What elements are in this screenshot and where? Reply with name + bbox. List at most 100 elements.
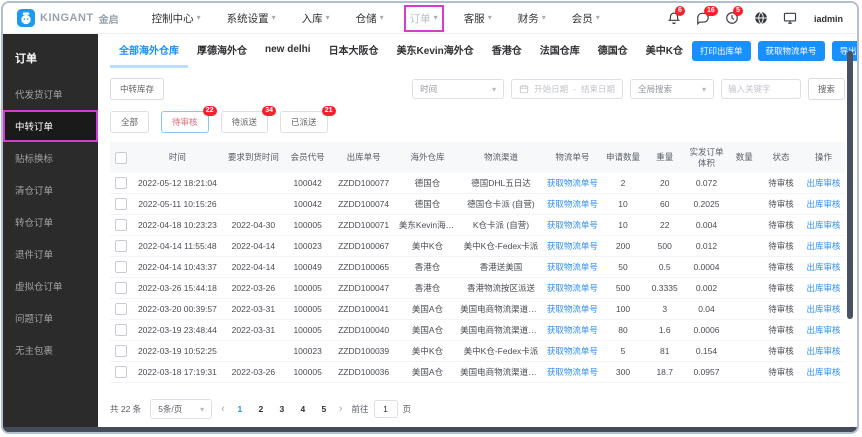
- vertical-scrollbar[interactable]: [847, 51, 853, 319]
- get-tracking-link[interactable]: 获取物流单号: [547, 325, 598, 335]
- row-checkbox[interactable]: [115, 324, 128, 337]
- chevron-down-icon: ▾: [379, 12, 384, 22]
- get-tracking-link[interactable]: 获取物流单号: [547, 199, 598, 209]
- row-checkbox[interactable]: [115, 303, 128, 316]
- status-filter-4[interactable]: 已派送 21: [280, 106, 336, 133]
- bell-icon[interactable]: 6: [667, 6, 685, 25]
- search-button[interactable]: 搜索: [807, 78, 845, 100]
- time-field-select[interactable]: 时间 ▾: [412, 79, 505, 99]
- cell-weight: 3: [645, 298, 685, 321]
- sidebar-item-3[interactable]: 贴标换标: [3, 142, 98, 174]
- column-header-2: 时间: [132, 142, 223, 174]
- outbound-review-link[interactable]: 出库审核: [807, 220, 841, 230]
- get-tracking-link[interactable]: 获取物流单号: [547, 241, 598, 251]
- warehouse-tab-9[interactable]: 美中K仓: [637, 34, 692, 68]
- status-filter-3[interactable]: 待派送 34: [220, 106, 277, 133]
- outbound-review-link[interactable]: 出库审核: [807, 199, 841, 209]
- per-page-select[interactable]: 5条/页 ▾: [150, 399, 213, 419]
- warehouse-tab-5[interactable]: 美东Kevin海外仓: [388, 34, 483, 68]
- search-scope-select-value: 全局搜索: [637, 84, 672, 94]
- goto-page: 前往 页: [352, 400, 411, 418]
- username[interactable]: iadmin: [814, 14, 843, 25]
- outbound-review-link[interactable]: 出库审核: [807, 325, 841, 335]
- select-all-checkbox[interactable]: [115, 151, 128, 164]
- cell-channel: 美中K仓-Fedex卡派: [458, 235, 544, 258]
- page-number-1[interactable]: 1: [234, 404, 246, 414]
- action-button-1[interactable]: 打印出库单: [692, 41, 751, 61]
- status-filter-2[interactable]: 待审核 22: [161, 106, 217, 133]
- prev-page-arrow[interactable]: ‹: [221, 403, 225, 415]
- warehouse-tab-8[interactable]: 德国仓: [589, 34, 637, 68]
- nav-menu-1[interactable]: 控制中心 ▾: [152, 11, 201, 26]
- sidebar-item-2[interactable]: 中转订单: [3, 110, 98, 142]
- sidebar-item-6[interactable]: 退件订单: [3, 238, 98, 270]
- date-range-picker[interactable]: 开始日期 - 结束日期: [511, 79, 623, 99]
- sidebar-item-9[interactable]: 无主包裹: [3, 334, 98, 366]
- search-scope-select[interactable]: 全局搜索 ▾: [629, 79, 714, 99]
- monitor-icon[interactable]: [783, 11, 797, 25]
- nav-menu-4[interactable]: 仓储 ▾: [356, 11, 384, 26]
- gauge-icon[interactable]: 5: [725, 6, 743, 25]
- status-filter-1[interactable]: 全部: [110, 111, 150, 133]
- get-tracking-link[interactable]: 获取物流单号: [547, 283, 598, 293]
- row-checkbox[interactable]: [115, 240, 128, 253]
- outbound-review-link[interactable]: 出库审核: [807, 367, 841, 377]
- cell-warehouse: 美国A仓: [396, 319, 459, 342]
- sidebar-item-8[interactable]: 问题订单: [3, 302, 98, 334]
- row-checkbox[interactable]: [115, 261, 128, 274]
- table-row: 2022-05-12 18:21:04 100042 ZZDD100077 德国仓 德国…: [110, 173, 845, 195]
- warehouse-tab-2[interactable]: 厚德海外仓: [188, 34, 256, 68]
- sidebar-item-5[interactable]: 转仓订单: [3, 206, 98, 238]
- warehouse-tab-1[interactable]: 全部海外仓库: [110, 34, 188, 68]
- warehouse-tab-6[interactable]: 香港仓: [483, 34, 531, 68]
- action-button-3[interactable]: 导出数据: [831, 41, 857, 61]
- nav-menu-8[interactable]: 会员 ▾: [572, 11, 600, 26]
- keyword-input[interactable]: [720, 79, 801, 99]
- page-number-5[interactable]: 5: [318, 404, 330, 414]
- cell-channel: 美中K仓-Fedex卡派: [458, 340, 544, 363]
- get-tracking-link[interactable]: 获取物流单号: [547, 304, 598, 314]
- outbound-review-link[interactable]: 出库审核: [807, 241, 841, 251]
- cell-tracking: 获取物流单号: [543, 298, 601, 321]
- get-tracking-link[interactable]: 获取物流单号: [547, 178, 598, 188]
- next-page-arrow[interactable]: ›: [339, 403, 343, 415]
- nav-menu-5[interactable]: 订单 ▾: [403, 4, 444, 32]
- outbound-review-link[interactable]: 出库审核: [807, 346, 841, 356]
- get-tracking-link[interactable]: 获取物流单号: [547, 262, 598, 272]
- nav-menu-6[interactable]: 客服 ▾: [464, 11, 492, 26]
- nav-menu-3[interactable]: 入库 ▾: [302, 11, 330, 26]
- outbound-review-link[interactable]: 出库审核: [807, 283, 841, 293]
- goto-page-input[interactable]: [373, 400, 398, 418]
- row-checkbox[interactable]: [115, 345, 128, 358]
- warehouse-tab-3[interactable]: new delhi: [256, 34, 320, 68]
- sidebar-item-4[interactable]: 清仓订单: [3, 174, 98, 206]
- action-button-2[interactable]: 获取物流单号: [757, 41, 825, 61]
- cell-apply_qty: 200: [600, 235, 646, 258]
- outbound-review-link[interactable]: 出库审核: [807, 178, 841, 188]
- sidebar-item-1[interactable]: 代发货订单: [3, 78, 98, 110]
- row-checkbox[interactable]: [115, 366, 128, 379]
- transfer-stock-button[interactable]: 中转库存: [110, 78, 165, 100]
- row-checkbox[interactable]: [115, 282, 128, 295]
- page-number-4[interactable]: 4: [297, 404, 309, 414]
- date-separator: -: [573, 84, 576, 94]
- warehouse-tab-7[interactable]: 法国仓库: [531, 34, 589, 68]
- sidebar-item-7[interactable]: 虚拟仓订单: [3, 270, 98, 302]
- message-icon[interactable]: 16: [696, 6, 718, 25]
- cell-quantity: [728, 256, 760, 279]
- page-number-3[interactable]: 3: [276, 404, 288, 414]
- get-tracking-link[interactable]: 获取物流单号: [547, 346, 598, 356]
- warehouse-tab-4[interactable]: 日本大阪仓: [320, 34, 388, 68]
- page-number-2[interactable]: 2: [255, 404, 267, 414]
- get-tracking-link[interactable]: 获取物流单号: [547, 367, 598, 377]
- globe-icon[interactable]: [754, 11, 768, 25]
- row-checkbox[interactable]: [115, 177, 128, 190]
- outbound-review-link[interactable]: 出库审核: [807, 304, 841, 314]
- get-tracking-link[interactable]: 获取物流单号: [547, 220, 598, 230]
- outbound-review-link[interactable]: 出库审核: [807, 262, 841, 272]
- row-checkbox[interactable]: [115, 219, 128, 232]
- nav-menu-7[interactable]: 财务 ▾: [518, 11, 546, 26]
- brand-logo[interactable]: KINGANT 金启: [17, 9, 119, 27]
- nav-menu-2[interactable]: 系统设置 ▾: [227, 11, 276, 26]
- row-checkbox[interactable]: [115, 198, 128, 211]
